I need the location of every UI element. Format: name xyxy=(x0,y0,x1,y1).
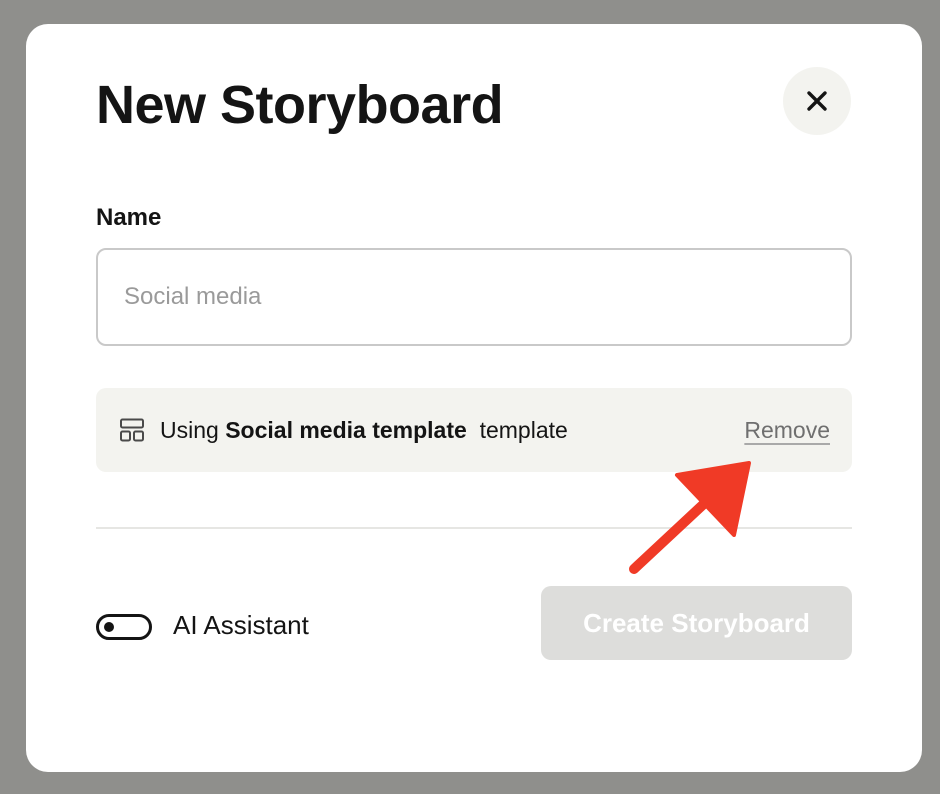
name-input[interactable] xyxy=(96,248,852,346)
remove-template-link[interactable]: Remove xyxy=(744,417,830,444)
dialog-title: New Storyboard xyxy=(96,75,504,135)
template-name: Social media template xyxy=(225,416,467,443)
ai-assistant-toggle[interactable] xyxy=(96,614,152,640)
template-suffix: template xyxy=(466,416,568,443)
create-storyboard-button[interactable]: Create Storyboard xyxy=(541,586,852,660)
ai-assistant-label: AI Assistant xyxy=(173,610,309,640)
template-prefix: Using xyxy=(160,416,226,443)
name-label: Name xyxy=(96,204,162,231)
template-notice: Using Social media template template Rem… xyxy=(96,388,852,472)
divider xyxy=(96,527,852,529)
toggle-knob xyxy=(104,622,114,632)
close-button[interactable] xyxy=(783,67,851,135)
layout-template-icon xyxy=(118,416,146,444)
template-notice-text: Using Social media template template xyxy=(160,417,568,444)
close-icon xyxy=(807,91,827,111)
new-storyboard-dialog: New Storyboard Name Using Social media t… xyxy=(26,24,922,772)
